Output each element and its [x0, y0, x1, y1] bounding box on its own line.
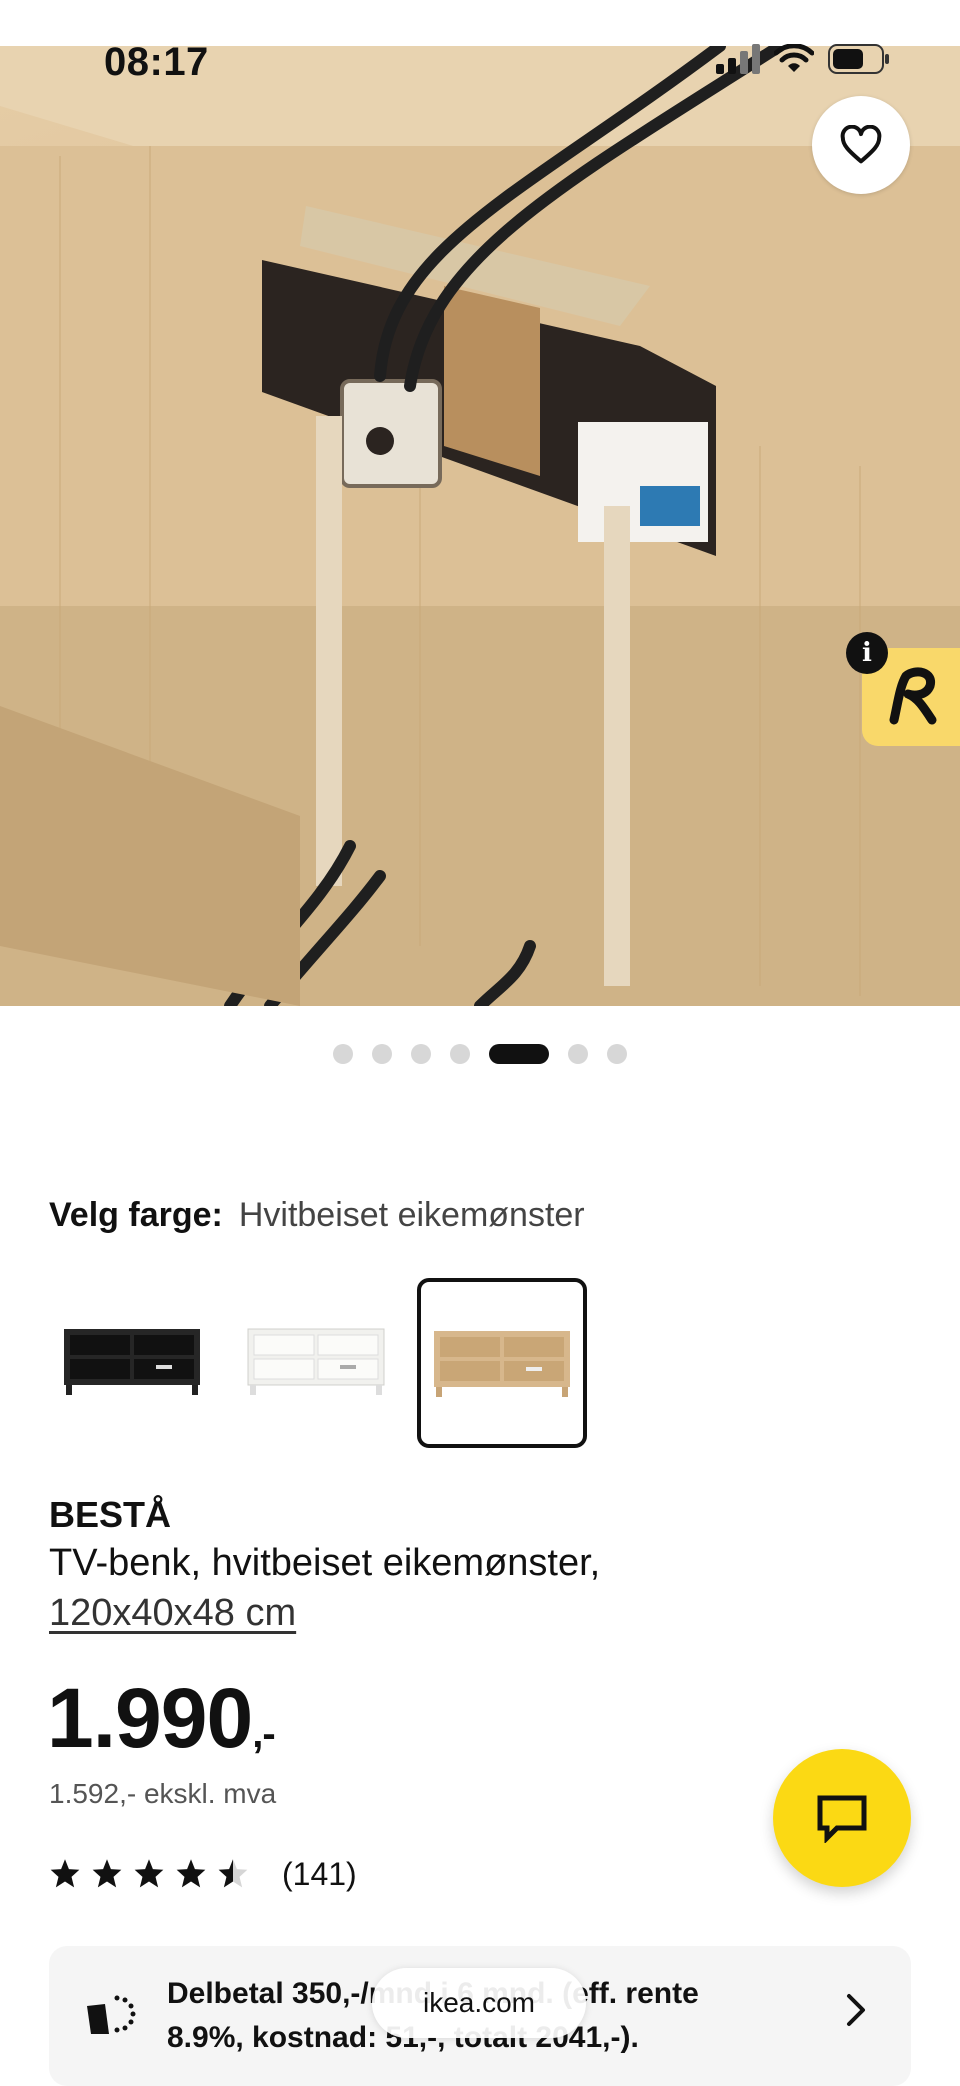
- tv-bench-white-thumbnail: [247, 1328, 385, 1395]
- star-filled-icon: [176, 1859, 206, 1888]
- price-suffix: ,-: [252, 1712, 275, 1756]
- status-time: 08:17: [104, 40, 209, 84]
- signal-icon: [716, 44, 760, 74]
- chevron-right-icon: [847, 1994, 865, 2026]
- star-filled-icon: [92, 1859, 122, 1888]
- product-brand: BESTÅ: [49, 1494, 172, 1535]
- star-half-icon: [218, 1859, 248, 1888]
- product-photo: [0, 46, 960, 1006]
- status-icons: [716, 44, 890, 74]
- carousel-dot[interactable]: [450, 1044, 470, 1064]
- review-count[interactable]: (141): [282, 1856, 357, 1893]
- star-filled-icon: [50, 1859, 80, 1888]
- carousel-dot[interactable]: [372, 1044, 392, 1064]
- carousel-dot[interactable]: [333, 1044, 353, 1064]
- chat-button[interactable]: [773, 1749, 911, 1887]
- product-price: 1.990,-: [47, 1670, 276, 1767]
- product-image-carousel[interactable]: [0, 46, 960, 1006]
- color-value: Hvitbeiset eikemønster: [238, 1196, 585, 1234]
- browser-url: ikea.com: [422, 1987, 536, 2018]
- browser-url-pill[interactable]: ikea.com: [372, 1968, 586, 2038]
- tv-bench-oak-thumbnail: [434, 1331, 570, 1397]
- product-description: TV-benk, hvitbeiset eikemønster,: [49, 1542, 601, 1584]
- price-main: 1.990: [47, 1671, 253, 1765]
- price-ex-vat: 1.592,- ekskl. mva: [49, 1778, 277, 1809]
- carousel-dot[interactable]: [607, 1044, 627, 1064]
- color-selector-label-row: Velg farge: Hvitbeiset eikemønster: [49, 1196, 585, 1235]
- color-option-white-stained-oak[interactable]: [417, 1278, 587, 1448]
- carousel-indicator: [0, 1044, 960, 1064]
- carousel-dot[interactable]: [411, 1044, 431, 1064]
- installment-icon: [87, 1995, 136, 2034]
- wifi-icon: [774, 44, 814, 72]
- r-logo-icon: [889, 667, 937, 725]
- product-dimensions-link[interactable]: 120x40x48 cm: [49, 1592, 296, 1635]
- rating-stars[interactable]: [49, 1858, 249, 1888]
- color-option-white[interactable]: [233, 1278, 399, 1444]
- favorite-button[interactable]: [812, 96, 910, 194]
- color-swatches: [49, 1278, 587, 1448]
- carousel-dot[interactable]: [568, 1044, 588, 1064]
- heart-icon: [840, 125, 882, 164]
- chat-bubble-icon: [817, 1795, 867, 1843]
- color-label: Velg farge:: [49, 1196, 223, 1234]
- info-icon[interactable]: i: [846, 632, 888, 674]
- carousel-dot-active[interactable]: [489, 1044, 549, 1064]
- tv-bench-black-thumbnail: [64, 1329, 200, 1395]
- star-filled-icon: [134, 1859, 164, 1888]
- color-option-black-brown[interactable]: [49, 1278, 215, 1444]
- battery-icon: [828, 44, 889, 74]
